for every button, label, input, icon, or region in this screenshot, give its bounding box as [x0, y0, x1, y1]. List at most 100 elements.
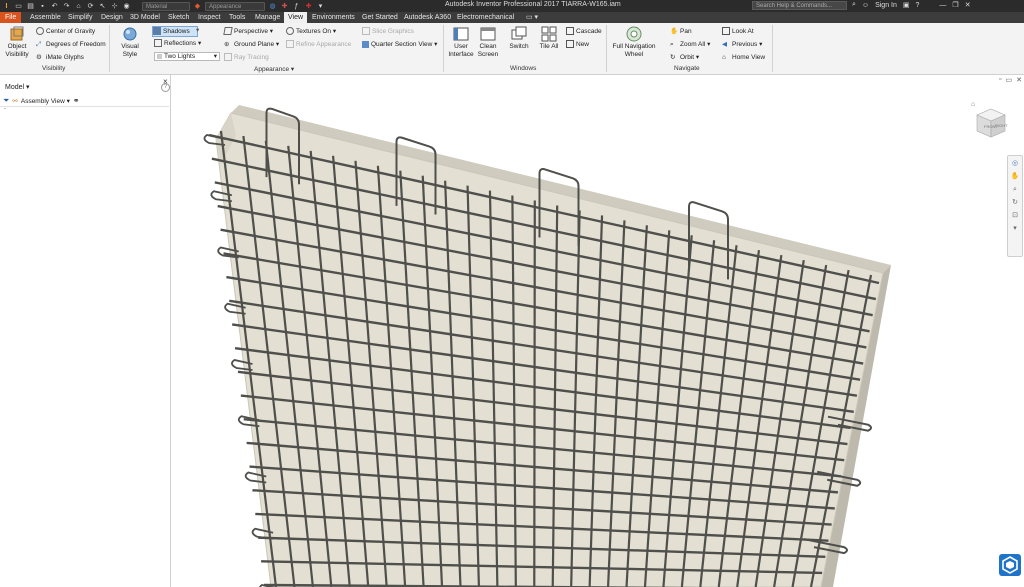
color-icon[interactable]: ◉ [122, 2, 131, 11]
tab-design[interactable]: Design [101, 12, 123, 23]
ray-tracing-button[interactable]: Ray Tracing [224, 53, 269, 62]
tab-view[interactable]: View [284, 12, 308, 23]
tree-expander[interactable]: - [4, 106, 6, 112]
minimize-button[interactable]: — [939, 2, 946, 9]
tab-simplify[interactable]: Simplify [68, 12, 93, 23]
navbar-pan-icon[interactable]: ✋ [1010, 172, 1020, 182]
visual-style-icon [123, 27, 137, 41]
navbar-customize-icon[interactable]: ▾ [1010, 224, 1020, 234]
undo-icon[interactable]: ↶ [50, 2, 59, 11]
refine-appearance-icon [286, 40, 294, 49]
imate-glyphs-toggle[interactable]: ⚙ iMate Glyphs [36, 53, 84, 62]
pan-button[interactable]: ✋ Pan [670, 27, 692, 36]
orbit-button[interactable]: ↻ Orbit ▾ [670, 53, 699, 62]
select-icon[interactable]: ↖ [98, 2, 107, 11]
degrees-of-freedom-toggle[interactable]: ⤢ Degrees of Freedom [36, 40, 106, 49]
shadows-button[interactable]: Shadows [152, 26, 198, 37]
object-visibility-button[interactable]: Object Visibility [3, 26, 31, 59]
tab-electromechanical[interactable]: Electromechanical [457, 12, 514, 23]
ribbon-display-options-icon[interactable]: ▭ ▾ [526, 12, 538, 23]
cart-icon[interactable]: ▣ [903, 1, 910, 9]
lighting-style-dropdown[interactable]: Two Lights ▾ [154, 52, 220, 61]
function-icon[interactable]: ƒ [292, 2, 301, 11]
tab-manage[interactable]: Manage [255, 12, 280, 23]
navbar-look-at-icon[interactable]: ⊡ [1010, 211, 1020, 221]
find-binoculars-icon[interactable]: ⚭ [73, 96, 80, 105]
zoom-all-button[interactable]: ⌕ Zoom All ▾ [670, 40, 710, 49]
search-help-input[interactable]: Search Help & Commands... [752, 1, 847, 10]
appearance-panel-label: Appearance ▾ [254, 66, 295, 73]
shadows-dropdown-icon[interactable]: ▾ [196, 26, 199, 35]
cascade-button[interactable]: Cascade [566, 27, 602, 36]
panel-separator [443, 25, 444, 72]
refine-appearance-button[interactable]: Refine Appearance [286, 40, 351, 49]
rebar-wall-model[interactable] [171, 75, 1024, 587]
graphics-viewport[interactable]: ▫ ▭ ✕ FRONT RIGHT ⌂ ◎ ✋ ⌕ ↻ ⊡ ▾ [171, 75, 1024, 587]
tab-file[interactable]: File [0, 12, 22, 23]
clean-screen-button[interactable]: Clean Screen [476, 26, 500, 59]
switch-button[interactable]: Switch [506, 26, 532, 51]
quarter-section-icon [362, 40, 369, 48]
search-icon[interactable]: ⌕ [852, 1, 856, 9]
close-button[interactable]: ✕ [965, 1, 971, 9]
slice-graphics-icon [362, 27, 370, 36]
measure-icon[interactable]: ⊹ [110, 2, 119, 11]
tab-autodesk-a360[interactable]: Autodesk A360 [404, 12, 451, 23]
new-file-icon[interactable]: ▭ [14, 2, 23, 11]
open-file-icon[interactable]: ▤ [26, 2, 35, 11]
viewcube-home-icon[interactable]: ⌂ [971, 101, 975, 108]
full-navigation-wheel-button[interactable]: Full Navigation Wheel [610, 26, 658, 59]
user-interface-label: User Interface [448, 43, 474, 58]
quarter-section-view-button[interactable]: Quarter Section View ▾ [362, 40, 437, 49]
tab-3d-model[interactable]: 3D Model [130, 12, 160, 23]
browser-help-icon[interactable]: ? [161, 83, 170, 92]
perspective-button[interactable]: Perspective ▾ [223, 27, 273, 36]
restore-button[interactable]: ❐ [952, 1, 958, 9]
user-interface-button[interactable]: User Interface [447, 26, 475, 59]
appearance-dropdown[interactable]: Appearance [205, 1, 265, 11]
update-icon[interactable]: ⟳ [86, 2, 95, 11]
quick-access-dropdown-icon[interactable]: ▾ [316, 2, 325, 11]
app-menu-icon[interactable]: I [2, 2, 11, 11]
sign-in-link[interactable]: Sign In [875, 2, 897, 9]
navbar-zoom-icon[interactable]: ⌕ [1010, 185, 1020, 195]
home-icon[interactable]: ⌂ [74, 2, 83, 11]
redo-icon[interactable]: ↷ [62, 2, 71, 11]
save-icon[interactable]: ▪ [38, 2, 47, 11]
browser-divider [0, 106, 169, 107]
browser-title-dropdown[interactable]: Model ▾ [5, 83, 30, 91]
navbar-orbit-icon[interactable]: ↻ [1010, 198, 1020, 208]
appearance-swatch-icon: ◆ [194, 2, 201, 10]
switch-icon [511, 26, 527, 40]
textures-on-button[interactable]: Textures On ▾ [286, 27, 336, 36]
material-dropdown[interactable]: Material [142, 1, 190, 11]
view-cube[interactable]: FRONT RIGHT [971, 103, 1009, 141]
look-at-button[interactable]: Look At [722, 27, 754, 36]
tab-tools[interactable]: Tools [229, 12, 245, 23]
tab-sketch[interactable]: Sketch [168, 12, 189, 23]
assembly-view-dropdown[interactable]: Assembly View ▾ [21, 97, 70, 105]
tile-all-button[interactable]: Tile All [536, 26, 562, 51]
adjust-icon[interactable]: ✚ [280, 2, 289, 11]
degrees-of-freedom-icon: ⤢ [36, 41, 42, 49]
new-window-label: New [576, 41, 590, 48]
slice-graphics-label: Slice Graphics [372, 28, 414, 35]
tab-environments[interactable]: Environments [312, 12, 355, 23]
home-view-button[interactable]: ⌂ Home View [722, 53, 765, 62]
tab-inspect[interactable]: Inspect [198, 12, 221, 23]
plus-icon[interactable]: ✚ [304, 2, 313, 11]
navbar-steering-wheel-icon[interactable]: ◎ [1010, 159, 1020, 169]
visual-style-button[interactable]: Visual Style [114, 26, 146, 59]
tab-assemble[interactable]: Assemble [30, 12, 61, 23]
reflections-button[interactable]: Reflections ▾ [154, 39, 201, 48]
new-window-button[interactable]: New [566, 40, 589, 49]
autodesk-app-logo[interactable] [999, 554, 1021, 576]
center-of-gravity-toggle[interactable]: Center of Gravity [36, 27, 95, 36]
previous-view-button[interactable]: ◀ Previous ▾ [722, 40, 762, 49]
slice-graphics-button[interactable]: Slice Graphics [362, 27, 414, 36]
help-icon[interactable]: ? [916, 2, 920, 9]
filter-icon[interactable]: ⏷ [3, 96, 9, 106]
clear-override-icon[interactable]: ◍ [268, 2, 277, 11]
ground-plane-button[interactable]: ⊕ Ground Plane ▾ [224, 40, 279, 49]
tab-get-started[interactable]: Get Started [362, 12, 398, 23]
